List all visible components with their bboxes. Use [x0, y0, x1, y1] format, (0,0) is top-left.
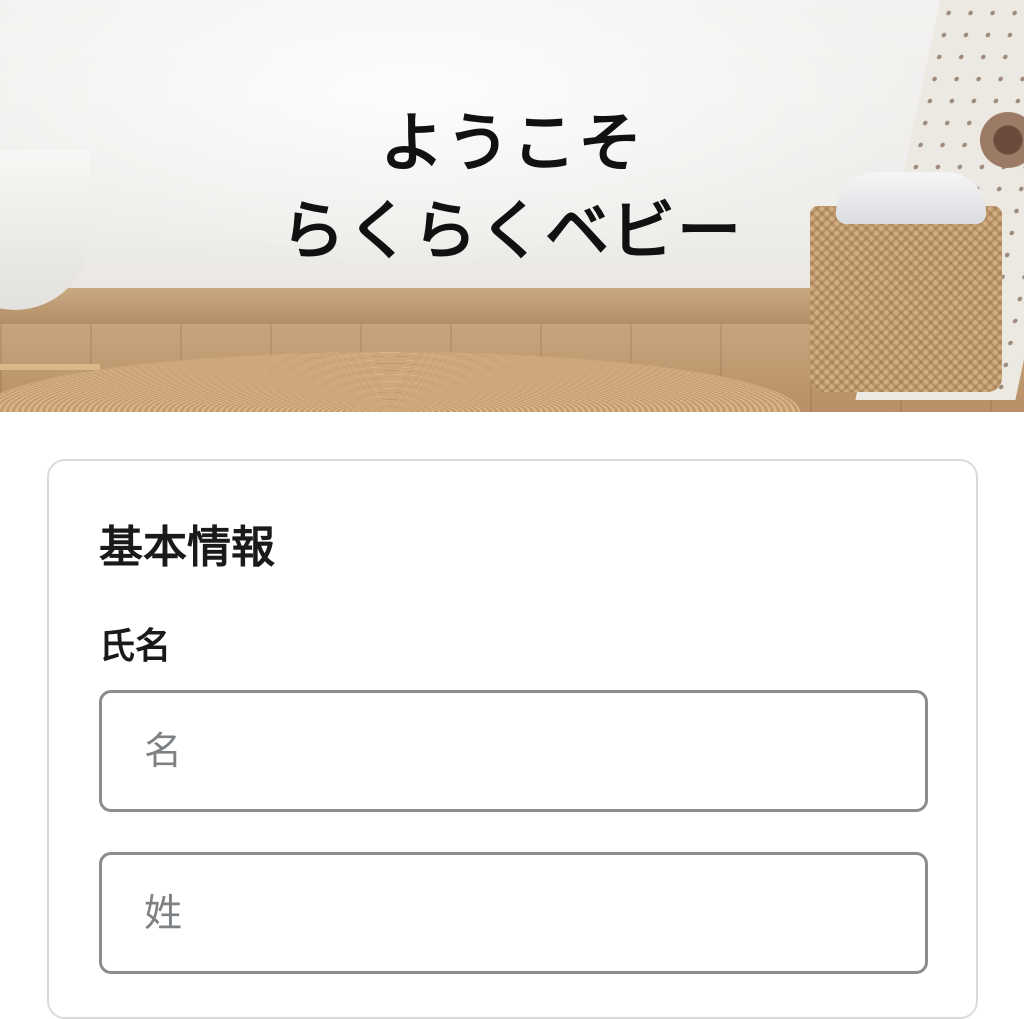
name-label: 氏名 — [99, 626, 172, 667]
basic-info-card: 基本情報 氏名 — [47, 459, 978, 1019]
welcome-title: ようこそ らくらくベビー — [0, 100, 1024, 276]
welcome-title-line2: らくらくベビー — [281, 195, 743, 269]
last-name-input[interactable] — [99, 852, 928, 974]
hero-banner: ようこそ らくらくベビー — [0, 0, 1024, 412]
first-name-input[interactable] — [99, 690, 928, 812]
section-title: 基本情報 — [99, 522, 275, 573]
welcome-title-line1: ようこそ — [380, 107, 644, 181]
hero-bath-stand — [0, 300, 100, 370]
